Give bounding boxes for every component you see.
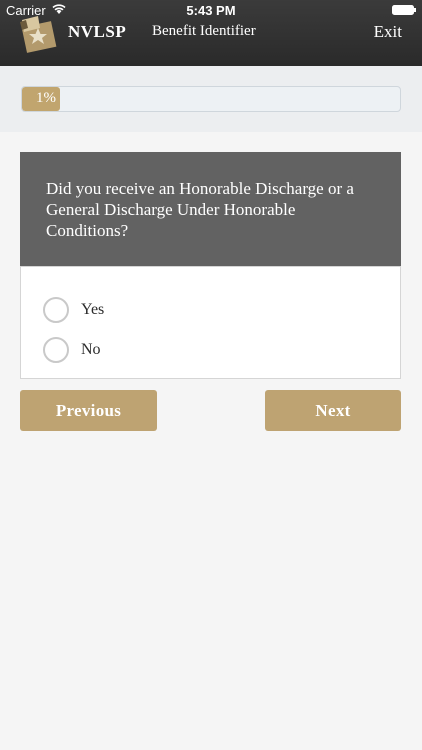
brand-name: NVLSP (68, 22, 127, 41)
next-button[interactable]: Next (265, 390, 401, 431)
nvlsp-logo-icon (20, 16, 57, 53)
battery-icon (392, 5, 416, 15)
screen: Carrier 5:43 PM NVLSP Benefit Identifier… (0, 0, 422, 750)
answer-options: Yes No (20, 266, 401, 379)
option-label[interactable]: No (81, 341, 101, 359)
progress-area: 1% (0, 66, 422, 132)
radio-button-icon[interactable] (43, 337, 69, 363)
status-bar: Carrier 5:43 PM (0, 0, 422, 20)
page-title: Benefit Identifier (152, 23, 256, 39)
option-no[interactable]: No (43, 337, 101, 363)
status-time: 5:43 PM (186, 3, 236, 18)
option-yes[interactable]: Yes (43, 297, 104, 323)
option-label[interactable]: Yes (81, 301, 104, 319)
progress-label: 1% (36, 90, 56, 106)
radio-button-icon[interactable] (43, 297, 69, 323)
question-text: Did you receive an Honorable Discharge o… (20, 152, 401, 266)
app-header: Carrier 5:43 PM NVLSP Benefit Identifier… (0, 0, 422, 66)
progress-bar: 1% (21, 86, 401, 112)
previous-button[interactable]: Previous (20, 390, 157, 431)
exit-button[interactable]: Exit (374, 22, 402, 42)
